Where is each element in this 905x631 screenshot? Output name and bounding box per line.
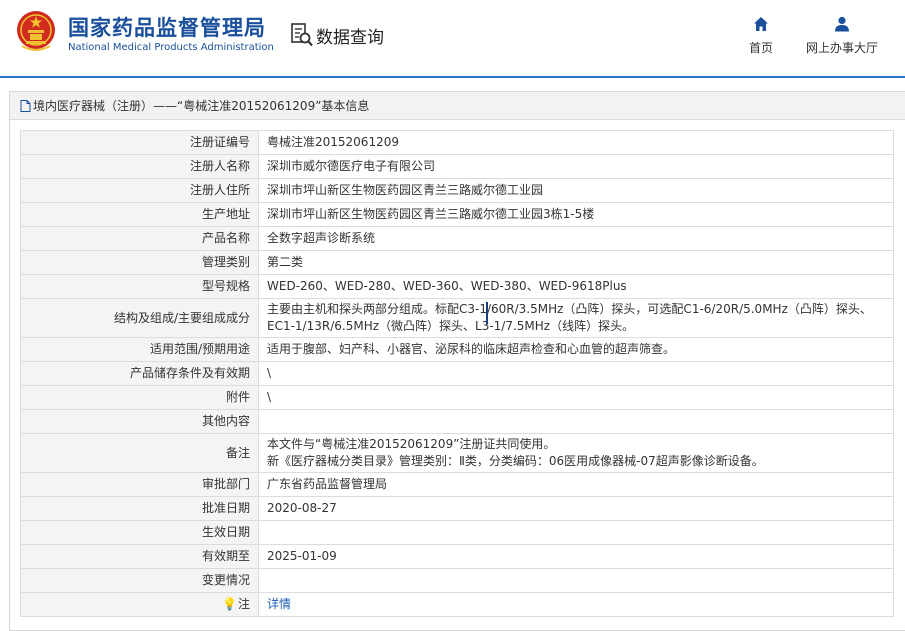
field-value: 2020-08-27 [258, 496, 894, 521]
user-icon [835, 16, 849, 32]
site-header: 国家药品监督管理局 National Medical Products Admi… [0, 0, 905, 78]
field-label: 型号规格 [20, 274, 259, 299]
site-title-en: National Medical Products Administration [68, 42, 274, 53]
field-label: 生效日期 [20, 520, 259, 545]
field-label: 有效期至 [20, 544, 259, 569]
field-label: 变更情况 [20, 568, 259, 593]
field-value: \ [258, 385, 894, 410]
table-row: 管理类别 第二类 [20, 250, 894, 275]
field-label: 产品名称 [20, 226, 259, 251]
field-value: 主要由主机和探头两部分组成。标配C3-1/60R/3.5MHz（凸阵）探头，可选… [258, 298, 894, 338]
table-row: 批准日期 2020-08-27 [20, 496, 894, 521]
table-row: 💡注 详情 [20, 592, 894, 617]
table-row: 注册人名称 深圳市威尔德医疗电子有限公司 [20, 154, 894, 179]
nav-home-label: 首页 [748, 41, 773, 55]
table-row: 产品名称 全数字超声诊断系统 [20, 226, 894, 251]
field-label: 附件 [20, 385, 259, 410]
field-label: 批准日期 [20, 496, 259, 521]
table-row: 审批部门 广东省药品监督管理局 [20, 472, 894, 497]
field-label: 注册证编号 [20, 130, 259, 155]
field-value: 深圳市威尔德医疗电子有限公司 [258, 154, 894, 179]
panel-title: 境内医疗器械（注册）——“粤械注准20152061209”基本信息 [10, 92, 905, 120]
header-divider [0, 76, 905, 78]
remark-line-1: 本文件与“粤械注准20152061209”注册证共同使用。 [267, 437, 556, 451]
site-title-cn: 国家药品监督管理局 [68, 16, 266, 40]
field-label: 注册人住所 [20, 178, 259, 203]
field-label: 适用范围/预期用途 [20, 337, 259, 362]
details-link[interactable]: 详情 [267, 597, 291, 611]
table-row: 结构及组成/主要组成成分 主要由主机和探头两部分组成。标配C3-1/60R/3.… [20, 298, 894, 338]
field-label: 💡注 [20, 592, 259, 617]
data-query-title: 数据查询 [291, 22, 384, 48]
field-value: 全数字超声诊断系统 [258, 226, 894, 251]
field-value [258, 409, 894, 434]
field-value: 深圳市坪山新区生物医药园区青兰三路威尔德工业园3栋1-5楼 [258, 202, 894, 227]
table-row: 附件 \ [20, 385, 894, 410]
document-search-icon [291, 23, 313, 47]
nav-home[interactable]: 首页 [738, 16, 784, 56]
table-row: 备注 本文件与“粤械注准20152061209”注册证共同使用。 新《医疗器械分… [20, 433, 894, 473]
national-emblem-icon [17, 11, 55, 51]
panel-title-text: 境内医疗器械（注册）——“粤械注准20152061209”基本信息 [33, 99, 370, 113]
field-value: 深圳市坪山新区生物医药园区青兰三路威尔德工业园 [258, 178, 894, 203]
table-row: 注册人住所 深圳市坪山新区生物医药园区青兰三路威尔德工业园 [20, 178, 894, 203]
data-query-label: 数据查询 [316, 27, 384, 48]
field-label: 备注 [20, 433, 259, 473]
field-value [258, 568, 894, 593]
table-row: 变更情况 [20, 568, 894, 593]
field-label: 产品储存条件及有效期 [20, 361, 259, 386]
table-row: 注册证编号 粤械注准20152061209 [20, 130, 894, 155]
field-value: 粤械注准20152061209 [258, 130, 894, 155]
field-value: 本文件与“粤械注准20152061209”注册证共同使用。 新《医疗器械分类目录… [258, 433, 894, 473]
note-label: 注 [237, 597, 250, 611]
field-value: 详情 [258, 592, 894, 617]
table-row: 生效日期 [20, 520, 894, 545]
table-row: 其他内容 [20, 409, 894, 434]
field-value [258, 520, 894, 545]
field-value: 2025-01-09 [258, 544, 894, 569]
table-row: 型号规格 WED-260、WED-280、WED-360、WED-380、WED… [20, 274, 894, 299]
field-label: 结构及组成/主要组成成分 [20, 298, 259, 338]
text-cursor [486, 302, 488, 324]
table-row: 产品储存条件及有效期 \ [20, 361, 894, 386]
field-value: 广东省药品监督管理局 [258, 472, 894, 497]
field-label: 管理类别 [20, 250, 259, 275]
home-icon [754, 17, 768, 31]
field-label: 审批部门 [20, 472, 259, 497]
field-value: 适用于腹部、妇产科、小器官、泌尿科的临床超声检查和心血管的超声筛查。 [258, 337, 894, 362]
lightbulb-icon: 💡 [222, 597, 237, 611]
remark-line-2: 新《医疗器械分类目录》管理类别：Ⅱ类，分类编码：06医用成像器械-07超声影像诊… [267, 454, 764, 468]
field-label: 其他内容 [20, 409, 259, 434]
nav-online-hall-label: 网上办事大厅 [805, 41, 878, 55]
field-label: 生产地址 [20, 202, 259, 227]
field-label: 注册人名称 [20, 154, 259, 179]
table-row: 适用范围/预期用途 适用于腹部、妇产科、小器官、泌尿科的临床超声检查和心血管的超… [20, 337, 894, 362]
field-value: \ [258, 361, 894, 386]
detail-table: 注册证编号 粤械注准20152061209 注册人名称 深圳市威尔德医疗电子有限… [20, 130, 894, 617]
nav-online-hall[interactable]: 网上办事大厅 [800, 16, 884, 56]
document-icon [20, 99, 31, 112]
detail-panel: 境内医疗器械（注册）——“粤械注准20152061209”基本信息 注册证编号 … [9, 91, 905, 631]
table-row: 有效期至 2025-01-09 [20, 544, 894, 569]
field-value: WED-260、WED-280、WED-360、WED-380、WED-9618… [258, 274, 894, 299]
field-value: 第二类 [258, 250, 894, 275]
table-row: 生产地址 深圳市坪山新区生物医药园区青兰三路威尔德工业园3栋1-5楼 [20, 202, 894, 227]
